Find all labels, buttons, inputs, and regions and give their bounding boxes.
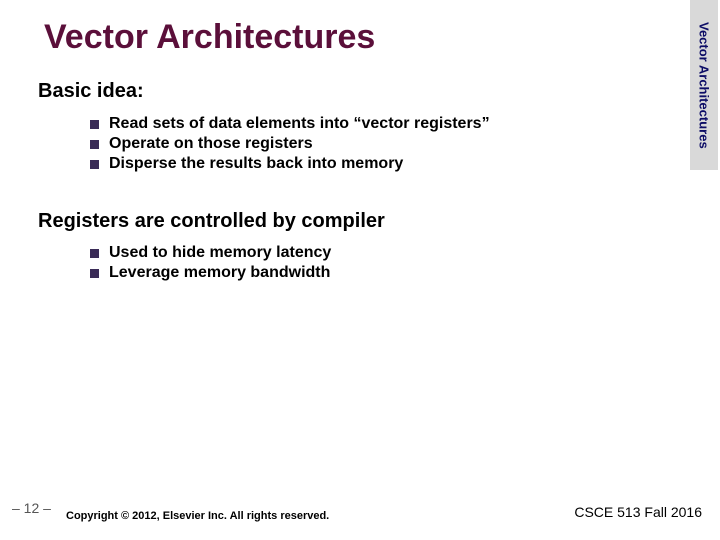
- section-heading-2: Registers are controlled by compiler: [38, 210, 385, 233]
- bullet-text: Used to hide memory latency: [109, 244, 331, 262]
- bullet-list-1: Read sets of data elements into “vector …: [90, 115, 490, 175]
- section-heading-1: Basic idea:: [38, 80, 144, 103]
- slide: Vector Architectures Vector Architecture…: [0, 0, 720, 540]
- page-number: – 12 –: [12, 500, 51, 516]
- square-bullet-icon: [90, 269, 99, 278]
- bullet-list-2: Used to hide memory latency Leverage mem…: [90, 244, 331, 284]
- list-item: Leverage memory bandwidth: [90, 264, 331, 282]
- list-item: Disperse the results back into memory: [90, 155, 490, 173]
- square-bullet-icon: [90, 160, 99, 169]
- square-bullet-icon: [90, 140, 99, 149]
- side-label-text: Vector Architectures: [697, 22, 712, 149]
- bullet-text: Leverage memory bandwidth: [109, 264, 330, 282]
- bullet-text: Disperse the results back into memory: [109, 155, 403, 173]
- bullet-text: Read sets of data elements into “vector …: [109, 115, 490, 133]
- slide-title: Vector Architectures: [44, 18, 375, 57]
- square-bullet-icon: [90, 120, 99, 129]
- list-item: Used to hide memory latency: [90, 244, 331, 262]
- list-item: Operate on those registers: [90, 135, 490, 153]
- copyright-text: Copyright © 2012, Elsevier Inc. All righ…: [66, 510, 329, 522]
- square-bullet-icon: [90, 249, 99, 258]
- list-item: Read sets of data elements into “vector …: [90, 115, 490, 133]
- course-label: CSCE 513 Fall 2016: [574, 504, 702, 520]
- side-label-box: Vector Architectures: [690, 0, 718, 170]
- bullet-text: Operate on those registers: [109, 135, 313, 153]
